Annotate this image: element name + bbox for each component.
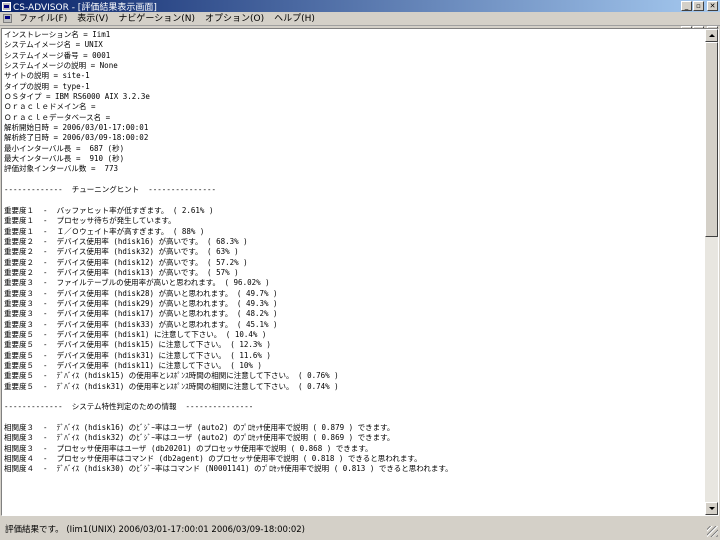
- resize-grip-icon[interactable]: [707, 526, 718, 537]
- report-line: 重要度５ - デバイス使用率 (hdisk1) に注意して下さい。 ( 10.4…: [4, 329, 267, 339]
- report-line: 最小インターバル長 = 687 (秒): [4, 143, 125, 153]
- report-line: タイプの説明 = type-1: [4, 81, 90, 91]
- window-title: CS-ADVISOR - [評価結果表示画面]: [13, 2, 157, 13]
- report-line: 評価対象インターバル数 = 773: [4, 164, 119, 174]
- report-line: 重要度１ - Ｉ／Ｏウェイト率が高すぎます。 ( 88% ): [4, 226, 205, 236]
- main-window: CS-ADVISOR - [評価結果表示画面] _ ▫ ✕ ファイル(F) 表示…: [0, 0, 720, 540]
- report-line: 重要度３ - デバイス使用率 (hdisk17) が高いと思われます。 ( 48…: [4, 309, 278, 319]
- report-line: ------------- チューニングヒント ---------------: [4, 185, 216, 195]
- report-line: 相関度３ - ﾃﾞﾊﾞｲｽ (hdisk32) のﾋﾞｼﾞｰ率はユーザ (aut…: [4, 433, 395, 443]
- report-line: 重要度１ - プロセッサ待ちが発生しています。: [4, 216, 176, 226]
- report-line: システムイメージの説明 = None: [4, 61, 118, 71]
- report-line: 重要度５ - デバイス使用率 (hdisk15) に注意して下さい。 ( 12.…: [4, 340, 271, 350]
- report-line: 相関度４ - ﾃﾞﾊﾞｲｽ (hdisk30) のﾋﾞｼﾞｰ率はコマンド (N0…: [4, 464, 453, 474]
- menu-view[interactable]: 表示(V): [72, 13, 113, 25]
- menu-options[interactable]: オプション(O): [200, 13, 269, 25]
- report-line: [4, 196, 704, 206]
- report-line: 重要度３ - デバイス使用率 (hdisk29) が高いと思われます。 ( 49…: [4, 298, 278, 308]
- report-line: 重要度５ - ﾃﾞﾊﾞｲｽ (hdisk15) の使用率とﾚｽﾎﾟﾝｽ時間の相関…: [4, 371, 339, 381]
- report-line: 重要度２ - デバイス使用率 (hdisk12) が高いです。 ( 57.2% …: [4, 257, 248, 267]
- report-line: [4, 392, 704, 402]
- report-line: 重要度５ - デバイス使用率 (hdisk31) に注意して下さい。 ( 11.…: [4, 350, 271, 360]
- close-button[interactable]: ✕: [707, 1, 718, 11]
- report-line: 重要度２ - デバイス使用率 (hdisk16) が高いです。 ( 68.3% …: [4, 236, 248, 246]
- report-line: 重要度１ - バッファヒット率が低すぎます。 ( 2.61% ): [4, 205, 214, 215]
- report-line: 重要度３ - ファイルテーブルの使用率が高いと思われます。 ( 96.02% ): [4, 278, 270, 288]
- report-line: 重要度３ - デバイス使用率 (hdisk28) が高いと思われます。 ( 49…: [4, 288, 278, 298]
- report-text[interactable]: インストレーション名 = Iim1 システムイメージ名 = UNIX システムイメー…: [4, 30, 704, 514]
- vertical-scrollbar[interactable]: [705, 29, 718, 515]
- report-line: 重要度５ - ﾃﾞﾊﾞｲｽ (hdisk31) の使用率とﾚｽﾎﾟﾝｽ時間の相関…: [4, 381, 339, 391]
- menu-navigation[interactable]: ナビゲーション(N): [113, 13, 200, 25]
- report-line: システムイメージ番号 = 0001: [4, 50, 111, 60]
- report-line: システムイメージ名 = UNIX: [4, 40, 103, 50]
- document-icon[interactable]: [3, 14, 12, 23]
- window-controls: _ ▫ ✕: [681, 1, 718, 11]
- scroll-down-button[interactable]: [705, 502, 718, 515]
- scroll-up-button[interactable]: [705, 29, 718, 42]
- report-line: 相関度４ - プロセッサ使用率はコマンド (db2agent) のプロセッサ使用…: [4, 454, 422, 464]
- report-view[interactable]: インストレーション名 = Iim1 システムイメージ名 = UNIX システムイメー…: [1, 28, 719, 516]
- report-line: 相関度３ - ﾃﾞﾊﾞｲｽ (hdisk16) のﾋﾞｼﾞｰ率はユーザ (aut…: [4, 423, 395, 433]
- arrow-down-icon: [708, 507, 715, 510]
- report-line: 最大インターバル長 = 910 (秒): [4, 154, 125, 164]
- status-text: 評価結果です。 (Iim1(UNIX) 2006/03/01-17:00:01 …: [5, 525, 305, 535]
- arrow-up-icon: [708, 34, 715, 37]
- report-line: 重要度５ - デバイス使用率 (hdisk11) に注意して下さい。 ( 10%…: [4, 361, 262, 370]
- scroll-thumb[interactable]: [705, 42, 718, 237]
- report-line: Ｏｒａｃｌｅドメイン名 =: [4, 102, 96, 112]
- report-line: サイトの説明 = site-1: [4, 71, 90, 81]
- report-line: 重要度２ - デバイス使用率 (hdisk32) が高いです。 ( 63% ): [4, 247, 239, 257]
- report-line: ------------- システム特性判定のための情報 -----------…: [4, 402, 254, 412]
- menu-bar: ファイル(F) 表示(V) ナビゲーション(N) オプション(O) ヘルプ(H)…: [0, 12, 720, 36]
- menu-file[interactable]: ファイル(F): [14, 13, 72, 25]
- minimize-button[interactable]: _: [681, 1, 692, 11]
- report-line: [4, 413, 704, 423]
- report-line: Ｏｒａｃｌｅデータベース名 =: [4, 112, 111, 122]
- status-bar: 評価結果です。 (Iim1(UNIX) 2006/03/01-17:00:01 …: [1, 520, 719, 538]
- report-line: 相関度３ - プロセッサ使用率はユーザ (db20201) のプロセッサ使用率で…: [4, 443, 373, 453]
- menu-help[interactable]: ヘルプ(H): [269, 13, 320, 25]
- report-line: 重要度３ - デバイス使用率 (hdisk33) が高いと思われます。 ( 45…: [4, 319, 278, 329]
- report-line: インストレーション名 = Iim1: [4, 30, 111, 39]
- report-line: 重要度２ - デバイス使用率 (hdisk13) が高いです。 ( 57% ): [4, 267, 239, 277]
- report-line: ＯＳタイプ = IBM RS6000 AIX 3.2.3e: [4, 92, 150, 102]
- restore-button[interactable]: ▫: [693, 1, 704, 11]
- app-icon[interactable]: [2, 1, 11, 11]
- report-line: [4, 175, 704, 185]
- report-line: 解析終了日時 = 2006/03/09-18:00:02: [4, 133, 149, 143]
- report-line: 解析開始日時 = 2006/03/01-17:00:01: [4, 123, 149, 133]
- title-bar[interactable]: CS-ADVISOR - [評価結果表示画面] _ ▫ ✕: [0, 0, 720, 13]
